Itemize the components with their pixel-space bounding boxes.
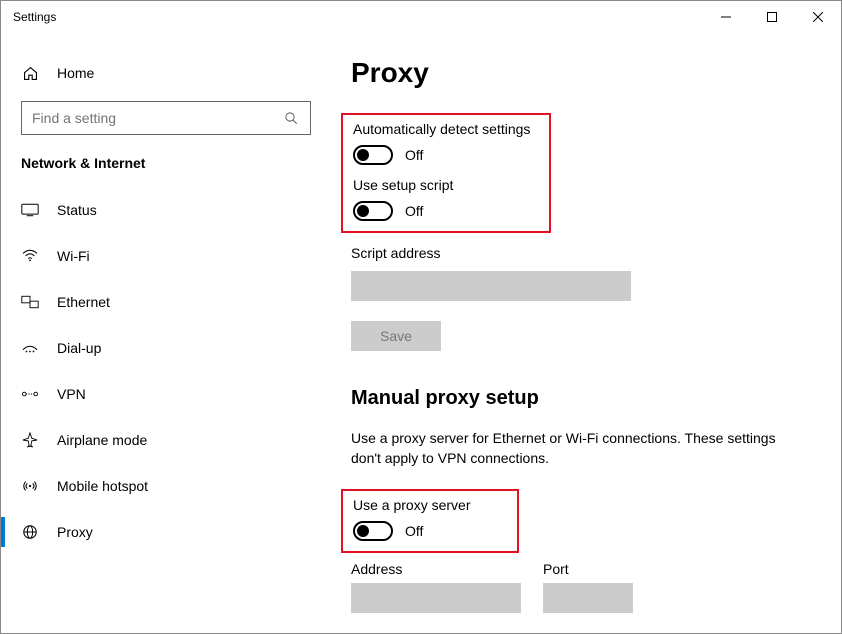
manual-section-title: Manual proxy setup [351,387,809,410]
port-label: Port [543,561,633,577]
sidebar-item-label: VPN [57,386,86,402]
status-icon [21,203,39,217]
sidebar-item-proxy[interactable]: Proxy [1,509,331,555]
search-input[interactable] [32,110,274,126]
sidebar-item-label: Wi-Fi [57,248,90,264]
search-icon [282,111,300,126]
auto-detect-label: Automatically detect settings [353,121,539,137]
proxy-icon [21,524,39,540]
home-label: Home [57,65,94,81]
setup-script-label: Use setup script [353,177,539,193]
settings-window: Settings Home [0,0,842,634]
sidebar-item-label: Status [57,202,97,218]
dialup-icon [21,341,39,355]
sidebar-item-vpn[interactable]: VPN [1,371,331,417]
port-column: Port [543,561,633,613]
highlight-box-auto: Automatically detect settings Off Use se… [341,113,551,233]
save-button[interactable]: Save [351,321,441,351]
maximize-button[interactable] [749,1,795,33]
sidebar-item-ethernet[interactable]: Ethernet [1,279,331,325]
vpn-icon [21,387,39,401]
port-input[interactable] [543,583,633,613]
sidebar: Home Network & Internet Status [1,33,331,633]
sidebar-item-label: Proxy [57,524,93,540]
sidebar-item-home[interactable]: Home [1,53,331,93]
sidebar-category: Network & Internet [1,149,331,187]
search-box[interactable] [21,101,311,135]
auto-detect-toggle[interactable] [353,145,393,165]
window-title: Settings [13,10,56,24]
content-area: Home Network & Internet Status [1,33,841,633]
sidebar-item-airplane[interactable]: Airplane mode [1,417,331,463]
close-button[interactable] [795,1,841,33]
sidebar-item-label: Ethernet [57,294,110,310]
main-panel: Proxy Automatically detect settings Off … [331,33,841,633]
search-row [21,101,311,135]
setup-script-state: Off [405,203,423,219]
hotspot-icon [21,478,39,494]
close-icon [813,12,823,22]
sidebar-item-dialup[interactable]: Dial-up [1,325,331,371]
auto-detect-state: Off [405,147,423,163]
setup-script-toggle-row: Off [353,201,539,221]
page-title: Proxy [351,57,809,89]
sidebar-item-status[interactable]: Status [1,187,331,233]
proxy-server-label: Use a proxy server [353,497,507,513]
proxy-server-state: Off [405,523,423,539]
proxy-server-toggle-row: Off [353,521,507,541]
ethernet-icon [21,295,39,309]
airplane-icon [21,432,39,448]
script-address-input[interactable] [351,271,631,301]
auto-detect-toggle-row: Off [353,145,539,165]
manual-description: Use a proxy server for Ethernet or Wi-Fi… [351,428,791,469]
sidebar-item-hotspot[interactable]: Mobile hotspot [1,463,331,509]
minimize-button[interactable] [703,1,749,33]
toggle-knob-icon [357,525,369,537]
setup-script-toggle[interactable] [353,201,393,221]
minimize-icon [721,12,731,22]
highlight-box-proxy: Use a proxy server Off [341,489,519,553]
wifi-icon [21,249,39,263]
sidebar-item-label: Airplane mode [57,432,147,448]
address-column: Address [351,561,521,613]
toggle-knob-icon [357,205,369,217]
address-label: Address [351,561,521,577]
sidebar-item-label: Mobile hotspot [57,478,148,494]
sidebar-item-wifi[interactable]: Wi-Fi [1,233,331,279]
titlebar: Settings [1,1,841,33]
nav-list: Status Wi-Fi Ethernet [1,187,331,555]
address-port-row: Address Port [351,561,809,613]
maximize-icon [767,12,777,22]
home-icon [21,65,39,82]
script-address-label: Script address [351,245,809,261]
sidebar-item-label: Dial-up [57,340,101,356]
toggle-knob-icon [357,149,369,161]
address-input[interactable] [351,583,521,613]
proxy-server-toggle[interactable] [353,521,393,541]
